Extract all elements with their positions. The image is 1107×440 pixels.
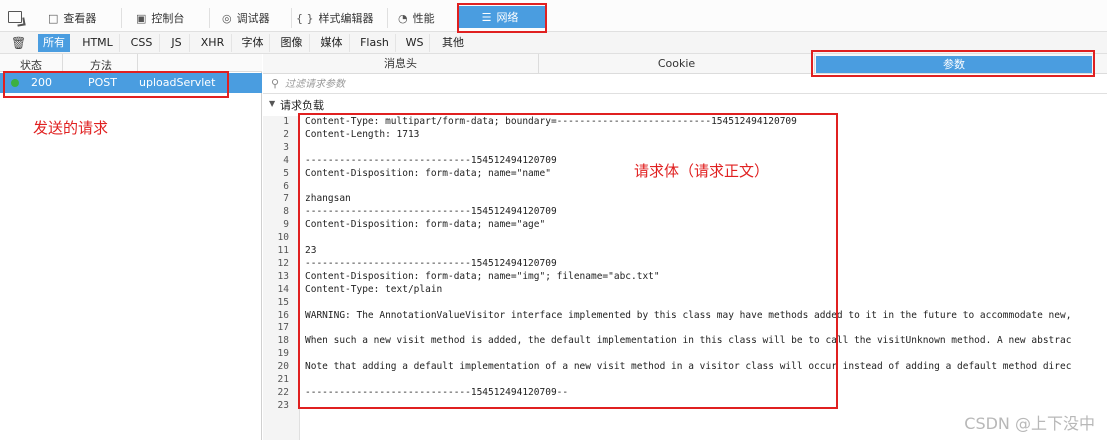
line-number: 5 (283, 167, 289, 179)
line-number: 19 (277, 348, 289, 360)
tab-headers[interactable]: 消息头 (263, 54, 539, 74)
tab-performance-label: 性能 (412, 12, 435, 25)
filter-xhr[interactable]: XHR (194, 34, 232, 52)
line-number: 8 (283, 206, 289, 218)
request-list-header: 状态 方法 (0, 54, 262, 72)
line-number: 15 (277, 296, 289, 308)
line-number: 9 (283, 219, 289, 231)
line-number: 17 (277, 322, 289, 334)
column-method[interactable]: 方法 (90, 57, 112, 73)
filter-fonts[interactable]: 字体 (236, 34, 270, 52)
line-number: 6 (283, 180, 289, 192)
status-indicator-icon (11, 79, 19, 87)
tab-inspector[interactable]: □ 查看器 (48, 8, 122, 28)
tab-debugger-label: 调试器 (236, 12, 270, 25)
column-divider (62, 54, 63, 72)
tab-network-label: 网络 (496, 11, 519, 24)
line-number: 20 (277, 361, 289, 373)
filter-flash[interactable]: Flash (354, 34, 396, 52)
tab-performance[interactable]: ◔ 性能 (398, 8, 458, 28)
tab-inspector-label: 查看器 (63, 12, 97, 25)
line-number: 18 (277, 335, 289, 347)
filter-other[interactable]: 其他 (434, 34, 472, 52)
params-filter: ⚲ (263, 74, 1107, 94)
request-status: 200 (31, 76, 52, 89)
filter-css[interactable]: CSS (124, 34, 160, 52)
payload-section-header[interactable]: ▼ 请求负载 (263, 95, 1107, 113)
code-line: Content-Disposition: form-data; name="ag… (305, 219, 546, 231)
line-number: 10 (277, 232, 289, 244)
request-row[interactable]: 200 POST uploadServlet (0, 73, 262, 93)
line-number: 11 (277, 245, 289, 256)
request-list: 状态 方法 200 POST uploadServlet (0, 54, 262, 440)
code-line: Content-Type: text/plain (305, 283, 443, 295)
trash-icon[interactable]: 🗑 (11, 36, 26, 50)
request-file: uploadServlet (139, 76, 216, 89)
element-picker-icon[interactable] (8, 11, 22, 23)
code-line: When such a new visit method is added, t… (305, 335, 1072, 347)
filter-js[interactable]: JS (164, 34, 190, 52)
tab-console[interactable]: ▣ 控制台 (136, 8, 210, 28)
network-icon: ☰ (481, 10, 492, 24)
network-filter-bar: 🗑 所有 HTML CSS JS XHR 字体 图像 媒体 Flash WS 其… (0, 32, 1107, 54)
line-number: 23 (277, 399, 289, 411)
payload-section-title: 请求负载 (280, 99, 324, 112)
search-icon: ⚲ (271, 77, 280, 90)
line-number: 16 (277, 309, 289, 321)
code-line: zhangsan (305, 193, 351, 205)
tab-network[interactable]: ☰ 网络 (459, 6, 545, 28)
line-number: 3 (283, 141, 289, 153)
line-number: 14 (277, 283, 289, 295)
column-divider (137, 54, 138, 72)
code-line: Content-Length: 1713 (305, 128, 420, 140)
line-number: 7 (283, 193, 289, 205)
annotation-request-body: 请求体（请求正文） (634, 162, 770, 180)
collapse-triangle-icon[interactable]: ▼ (269, 99, 275, 108)
performance-icon: ◔ (398, 11, 408, 25)
line-number: 2 (283, 128, 289, 140)
line-number: 1 (283, 116, 289, 127)
filter-images[interactable]: 图像 (274, 34, 310, 52)
code-line: Content-Type: multipart/form-data; bound… (305, 116, 797, 127)
tab-style-editor[interactable]: { } 样式编辑器 (296, 8, 388, 28)
filter-all[interactable]: 所有 (38, 34, 70, 52)
params-filter-input[interactable] (285, 76, 685, 92)
filter-html[interactable]: HTML (76, 34, 120, 52)
filter-media[interactable]: 媒体 (314, 34, 350, 52)
code-line: 23 (305, 245, 317, 256)
console-icon: ▣ (136, 11, 147, 25)
code-line: -----------------------------15451249412… (305, 206, 557, 218)
line-number: 22 (277, 386, 289, 398)
filter-ws[interactable]: WS (400, 34, 430, 52)
debugger-icon: ◎ (222, 11, 232, 25)
style-editor-icon: { } (296, 11, 314, 25)
column-status[interactable]: 状态 (20, 57, 42, 73)
tab-debugger[interactable]: ◎ 调试器 (222, 8, 292, 28)
code-line: -----------------------------15451249412… (305, 257, 557, 269)
inspector-icon: □ (48, 11, 59, 25)
tab-console-label: 控制台 (151, 12, 185, 25)
request-method: POST (88, 76, 117, 89)
tab-params[interactable]: 参数 (816, 56, 1092, 73)
line-number: 21 (277, 374, 289, 385)
details-tabs: 消息头 Cookie 参数 (263, 54, 1107, 74)
line-number: 12 (277, 257, 289, 269)
tab-cookie[interactable]: Cookie (539, 54, 815, 74)
code-line: Note that adding a default implementatio… (305, 361, 1072, 373)
code-line: WARNING: The AnnotationValueVisitor inte… (305, 309, 1072, 321)
annotation-sent-request: 发送的请求 (33, 119, 109, 137)
code-line: -----------------------------15451249412… (305, 386, 569, 398)
request-details: 消息头 Cookie 参数 ⚲ ▼ 请求负载 1 Content-Type: mu… (263, 54, 1107, 440)
code-line: Content-Disposition: form-data; name="im… (305, 270, 660, 282)
devtools-toolbar: □ 查看器 ▣ 控制台 ◎ 调试器 { } 样式编辑器 ◔ 性能 ☰ 网络 (0, 0, 1107, 32)
line-number: 13 (277, 270, 289, 282)
watermark: CSDN @上下没中 (964, 414, 1095, 433)
line-number: 4 (283, 154, 289, 166)
tab-style-editor-label: 样式编辑器 (318, 12, 374, 25)
